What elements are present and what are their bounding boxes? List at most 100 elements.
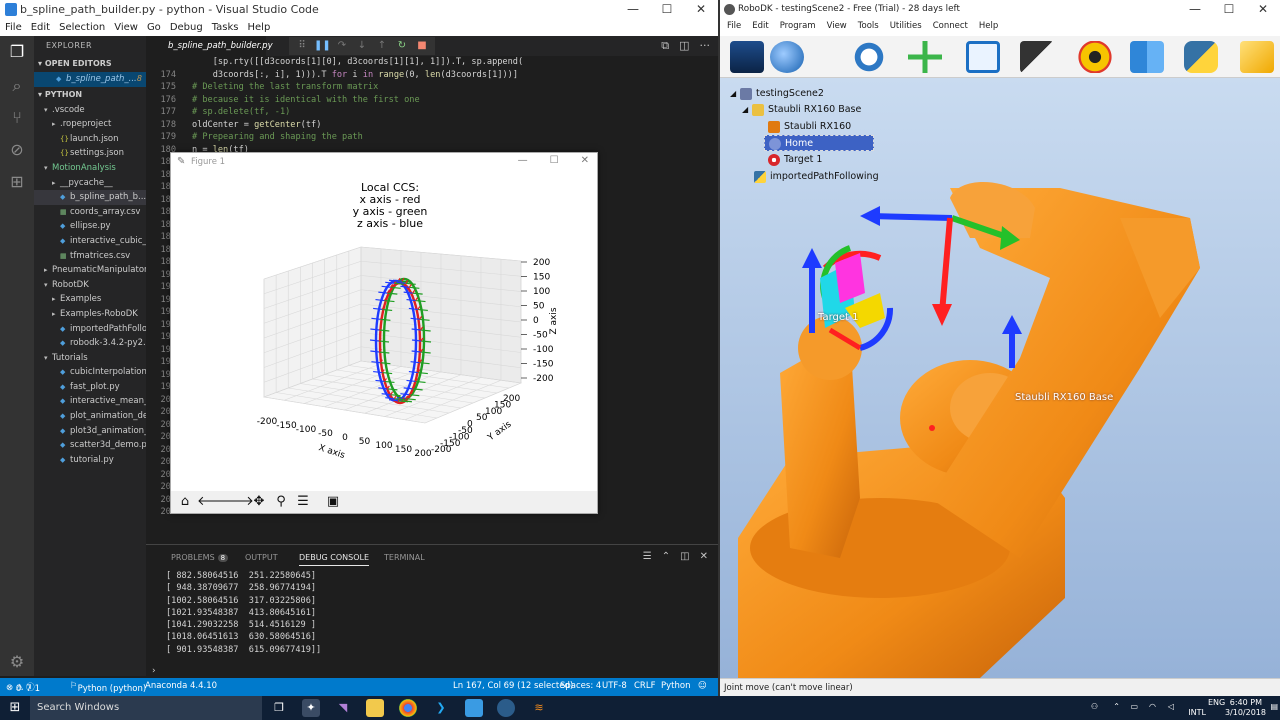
tree-item[interactable]: ▸ __pycache__ bbox=[34, 176, 146, 191]
drag-handle-icon[interactable]: ⠿ bbox=[294, 39, 310, 53]
menu-file[interactable]: File bbox=[0, 21, 26, 33]
tree-node-base[interactable]: ◢ Staubli RX160 Base bbox=[742, 102, 861, 118]
status-language[interactable]: Python bbox=[661, 681, 690, 691]
tree-item[interactable]: ▸ Examples bbox=[34, 292, 146, 307]
status-interpreter[interactable]: ⚐ Python (python) bbox=[70, 681, 146, 694]
tab-problems[interactable]: PROBLEMS 8 bbox=[171, 553, 229, 562]
save-icon[interactable]: ▣ bbox=[323, 494, 343, 510]
vscode-titlebar[interactable]: b_spline_path_builder.py - python - Visu… bbox=[0, 0, 718, 20]
undo-icon[interactable] bbox=[852, 41, 886, 73]
source-control-icon[interactable]: ⑂ bbox=[7, 108, 27, 128]
clear-console-icon[interactable]: ☰ bbox=[643, 551, 652, 562]
status-encoding[interactable]: UTF-8 bbox=[602, 681, 627, 691]
rk-menu-help[interactable]: Help bbox=[972, 20, 1002, 31]
open-editor-item[interactable]: ◆ b_spline_path_... 8 bbox=[34, 72, 146, 87]
menu-tasks[interactable]: Tasks bbox=[207, 21, 243, 33]
tree-item[interactable]: ▸ Examples-RoboDK bbox=[34, 307, 146, 322]
online-library-icon[interactable] bbox=[770, 41, 804, 73]
clock-time[interactable]: 6:40 PM bbox=[1230, 698, 1262, 707]
figure-maximize-button[interactable]: ☐ bbox=[550, 155, 559, 166]
tree-node-program[interactable]: importedPathFollowing bbox=[754, 169, 879, 185]
network-people-icon[interactable]: ⚇ bbox=[1091, 702, 1098, 711]
task-view-icon[interactable]: ❐ bbox=[270, 699, 288, 717]
tree-item[interactable]: ◆ robodk-3.4.2-py2.py... bbox=[34, 336, 146, 351]
figure-close-button[interactable]: ✕ bbox=[581, 155, 589, 166]
tab-output[interactable]: OUTPUT bbox=[245, 553, 278, 562]
pan-icon[interactable]: ✥ bbox=[249, 494, 269, 510]
file-explorer-icon[interactable] bbox=[366, 699, 384, 717]
tree-node-target-1[interactable]: Target 1 bbox=[768, 152, 822, 168]
open-editors-section[interactable]: ▾ OPEN EDITORS bbox=[34, 56, 146, 72]
more-actions-icon[interactable]: ··· bbox=[700, 39, 711, 53]
back-arrow-icon[interactable]: 🡐 bbox=[197, 494, 232, 510]
tab-debug-console[interactable]: DEBUG CONSOLE bbox=[299, 553, 370, 566]
tray-overflow-icon[interactable]: ⌃ bbox=[1113, 702, 1120, 711]
tree-item[interactable]: ▦ tfmatrices.csv bbox=[34, 249, 146, 264]
tree-item[interactable]: ▾ MotionAnalysis bbox=[34, 161, 146, 176]
tree-item[interactable]: ▾ .vscode bbox=[34, 103, 146, 118]
feedback-icon[interactable]: ☺ bbox=[698, 681, 707, 691]
chrome-icon[interactable] bbox=[399, 699, 417, 717]
debug-icon[interactable]: ⊘ bbox=[7, 140, 27, 160]
console-prompt-icon[interactable]: › bbox=[152, 666, 156, 676]
tree-item[interactable]: ◆ interactive_cubic_int... bbox=[34, 234, 146, 249]
visual-studio-icon[interactable]: ◥ bbox=[334, 699, 352, 717]
forward-arrow-icon[interactable]: 🡒 bbox=[219, 494, 254, 510]
tree-node-robot[interactable]: Staubli RX160 bbox=[768, 119, 851, 135]
python-script-icon[interactable] bbox=[1184, 41, 1218, 73]
wifi-icon[interactable]: ◠ bbox=[1149, 702, 1156, 711]
close-button[interactable]: ✕ bbox=[684, 0, 718, 20]
select-pointer-icon[interactable] bbox=[1020, 41, 1054, 73]
status-eol[interactable]: CRLF bbox=[634, 681, 655, 691]
close-panel-icon[interactable]: ✕ bbox=[700, 551, 708, 562]
extensions-icon[interactable]: ⊞ bbox=[7, 172, 27, 192]
maximize-panel-icon[interactable]: ◫ bbox=[680, 551, 689, 562]
menu-edit[interactable]: Edit bbox=[26, 21, 54, 33]
matplotlib-taskbar-icon[interactable]: ≋ bbox=[530, 699, 548, 717]
minimize-button[interactable]: — bbox=[616, 0, 650, 20]
package-icon[interactable] bbox=[1240, 41, 1274, 73]
menu-debug[interactable]: Debug bbox=[165, 21, 207, 33]
tree-item[interactable]: ◆ plot3d_animation_d... bbox=[34, 424, 146, 439]
tree-item[interactable]: ◆ ellipse.py bbox=[34, 219, 146, 234]
app-icon-blue[interactable] bbox=[465, 699, 483, 717]
tree-item[interactable]: ▦ coords_array.csv bbox=[34, 205, 146, 220]
tree-node-home[interactable]: Home bbox=[764, 135, 875, 151]
menu-help[interactable]: Help bbox=[243, 21, 275, 33]
power-icon[interactable]: ▭ bbox=[1130, 702, 1138, 711]
rk-menu-view[interactable]: View bbox=[820, 20, 851, 31]
status-position[interactable]: Ln 167, Col 69 (12 selected) bbox=[453, 681, 573, 691]
rk-menu-file[interactable]: File bbox=[720, 20, 745, 31]
tab-b-spline-path-builder[interactable]: b_spline_path_builder.py bbox=[146, 36, 273, 56]
step-out-icon[interactable]: ↑ bbox=[374, 39, 390, 53]
rk-menu-connect[interactable]: Connect bbox=[926, 20, 972, 31]
zoom-icon[interactable]: ⚲ bbox=[271, 494, 291, 510]
status-env[interactable]: Anaconda 4.4.10 bbox=[145, 681, 217, 691]
open-changes-icon[interactable]: ⧉ bbox=[661, 39, 669, 53]
home-icon[interactable]: ⌂ bbox=[175, 494, 195, 510]
rk-menu-program[interactable]: Program bbox=[773, 20, 820, 31]
settings-gear-icon[interactable]: ⚙ bbox=[7, 652, 27, 672]
rk-menu-utilities[interactable]: Utilities bbox=[883, 20, 926, 31]
tree-item[interactable]: ▸ .ropeproject bbox=[34, 117, 146, 132]
tree-item[interactable]: ◆ fast_plot.py bbox=[34, 380, 146, 395]
python-folder-section[interactable]: ▾ PYTHON bbox=[34, 87, 146, 103]
tree-item[interactable]: ◆ importedPathFollow... bbox=[34, 322, 146, 337]
stop-icon[interactable]: ■ bbox=[414, 39, 430, 53]
configure-subplots-icon[interactable]: ☰ bbox=[293, 494, 313, 510]
status-problems[interactable]: ⊗ 0 ⚠ 7 ⓘ 1 bbox=[6, 681, 40, 694]
maximize-button[interactable]: ☐ bbox=[650, 0, 684, 20]
tree-node-station[interactable]: ◢ testingScene2 bbox=[730, 86, 824, 102]
tree-item[interactable]: ◆ plot_animation_dem... bbox=[34, 409, 146, 424]
notifications-icon[interactable]: ▤ bbox=[1270, 702, 1278, 711]
tree-item[interactable]: ◆ cubicInterpolation.py bbox=[34, 365, 146, 380]
fast-simulation-icon[interactable] bbox=[1130, 41, 1164, 73]
tree-item[interactable]: ◆b_spline_path_b...8 bbox=[34, 190, 146, 205]
rk-menu-edit[interactable]: Edit bbox=[745, 20, 772, 31]
tree-item[interactable]: ◆ tutorial.py bbox=[34, 453, 146, 468]
plot-3d-canvas[interactable]: Local CCS: x axis - red y axis - green z… bbox=[171, 171, 597, 491]
step-over-icon[interactable]: ↷ bbox=[334, 39, 350, 53]
tree-item[interactable]: ▾ Tutorials bbox=[34, 351, 146, 366]
split-editor-icon[interactable]: ◫ bbox=[679, 39, 689, 53]
figure-titlebar[interactable]: ✎ Figure 1 — ☐ ✕ bbox=[171, 153, 597, 171]
